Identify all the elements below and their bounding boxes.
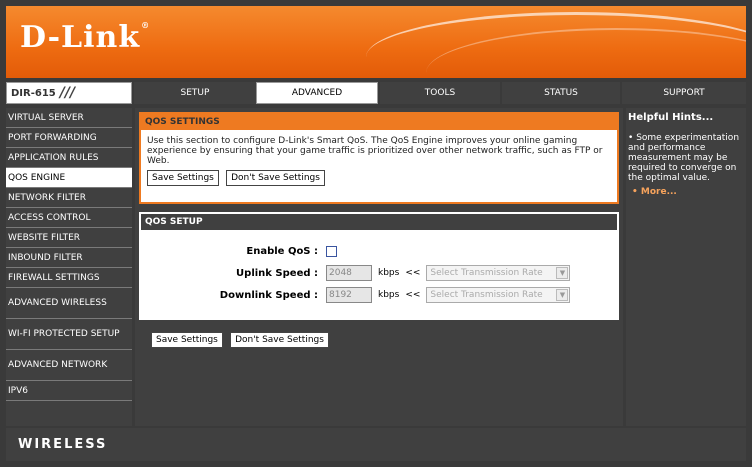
top-nav: DIR-615 /// SETUP ADVANCED TOOLS STATUS … [6, 82, 746, 104]
downlink-speed-input[interactable]: 8192 [326, 287, 372, 303]
qos-settings-title: QOS SETTINGS [141, 114, 617, 130]
qos-settings-buttons: Save Settings Don't Save Settings [141, 170, 617, 186]
qos-setup-title: QOS SETUP [141, 214, 617, 230]
uplink-rate-select[interactable]: Select Transmission Rate ▼ [426, 265, 571, 281]
sidebar-item-ipv6[interactable]: IPV6 [6, 381, 132, 401]
enable-qos-label: Enable QoS : [246, 245, 318, 257]
sidebar-item-advanced-network[interactable]: ADVANCED NETWORK [6, 350, 132, 381]
footer-wireless-label: WIRELESS [18, 437, 108, 452]
helpful-hints-panel: Helpful Hints... • Some experimentation … [626, 108, 746, 426]
sidebar-item-network-filter[interactable]: NETWORK FILTER [6, 188, 132, 208]
downlink-rate-select[interactable]: Select Transmission Rate ▼ [426, 287, 571, 303]
sidebar: VIRTUAL SERVER PORT FORWARDING APPLICATI… [6, 108, 132, 426]
enable-qos-checkbox[interactable] [326, 245, 337, 257]
tab-advanced[interactable]: ADVANCED [256, 82, 378, 104]
tab-setup[interactable]: SETUP [132, 82, 256, 104]
dont-save-settings-button[interactable]: Don't Save Settings [226, 170, 325, 186]
model-label: DIR-615 /// [6, 82, 132, 104]
hints-body: Some experimentation and performance mea… [628, 133, 740, 183]
sidebar-item-qos-engine[interactable]: QOS ENGINE [6, 168, 132, 188]
qos-settings-panel: QOS SETTINGS Use this section to configu… [139, 112, 619, 204]
uplink-arrow: << [405, 268, 421, 278]
tab-status[interactable]: STATUS [500, 82, 620, 104]
model-slashes: /// [59, 85, 76, 101]
downlink-unit: kbps [378, 290, 400, 300]
hints-title: Helpful Hints... [628, 112, 714, 123]
bullet-icon: • [628, 133, 634, 143]
downlink-rate-placeholder: Select Transmission Rate [430, 290, 543, 300]
downlink-arrow: << [405, 290, 421, 300]
uplink-speed-input[interactable]: 2048 [326, 265, 372, 281]
bottom-dont-save-settings-button[interactable]: Don't Save Settings [230, 332, 329, 348]
model-name: DIR-615 [11, 87, 56, 99]
qos-setup-panel: QOS SETUP Enable QoS : Uplink Speed : 20… [139, 212, 619, 320]
router-admin-page: D-Link® DIR-615 /// SETUP ADVANCED TOOLS… [0, 0, 752, 467]
sidebar-item-wifi-protected-setup[interactable]: WI-FI PROTECTED SETUP [6, 319, 132, 350]
chevron-down-icon: ▼ [556, 267, 569, 279]
sidebar-item-virtual-server[interactable]: VIRTUAL SERVER [6, 108, 132, 128]
sidebar-item-website-filter[interactable]: WEBSITE FILTER [6, 228, 132, 248]
bottom-buttons: Save Settings Don't Save Settings [151, 332, 333, 348]
more-link-label[interactable]: More... [641, 187, 677, 197]
header-banner: D-Link® [6, 6, 746, 78]
qos-settings-description: Use this section to configure D-Link's S… [147, 136, 603, 166]
downlink-speed-row: Downlink Speed : 8192 kbps << Select Tra… [141, 286, 621, 304]
chevron-down-icon: ▼ [556, 289, 569, 301]
uplink-speed-row: Uplink Speed : 2048 kbps << Select Trans… [141, 264, 621, 282]
uplink-rate-placeholder: Select Transmission Rate [430, 268, 543, 278]
tab-support[interactable]: SUPPORT [620, 82, 746, 104]
sidebar-item-access-control[interactable]: ACCESS CONTROL [6, 208, 132, 228]
hints-text: • Some experimentation and performance m… [626, 127, 746, 183]
downlink-speed-label: Downlink Speed : [219, 289, 318, 301]
footer: WIRELESS [6, 428, 746, 461]
sidebar-item-advanced-wireless[interactable]: ADVANCED WIRELESS [6, 288, 132, 319]
bottom-save-settings-button[interactable]: Save Settings [151, 332, 223, 348]
sidebar-item-firewall-settings[interactable]: FIREWALL SETTINGS [6, 268, 132, 288]
main-content: QOS SETTINGS Use this section to configu… [135, 108, 623, 426]
uplink-unit: kbps [378, 268, 400, 278]
bullet-icon: • [632, 187, 638, 197]
tab-tools[interactable]: TOOLS [378, 82, 500, 104]
sidebar-item-application-rules[interactable]: APPLICATION RULES [6, 148, 132, 168]
more-link[interactable]: • More... [626, 183, 746, 197]
sidebar-item-inbound-filter[interactable]: INBOUND FILTER [6, 248, 132, 268]
uplink-speed-label: Uplink Speed : [236, 267, 318, 279]
sidebar-item-port-forwarding[interactable]: PORT FORWARDING [6, 128, 132, 148]
save-settings-button[interactable]: Save Settings [147, 170, 219, 186]
dlink-logo: D-Link® [20, 20, 151, 55]
enable-qos-row: Enable QoS : [141, 242, 621, 260]
